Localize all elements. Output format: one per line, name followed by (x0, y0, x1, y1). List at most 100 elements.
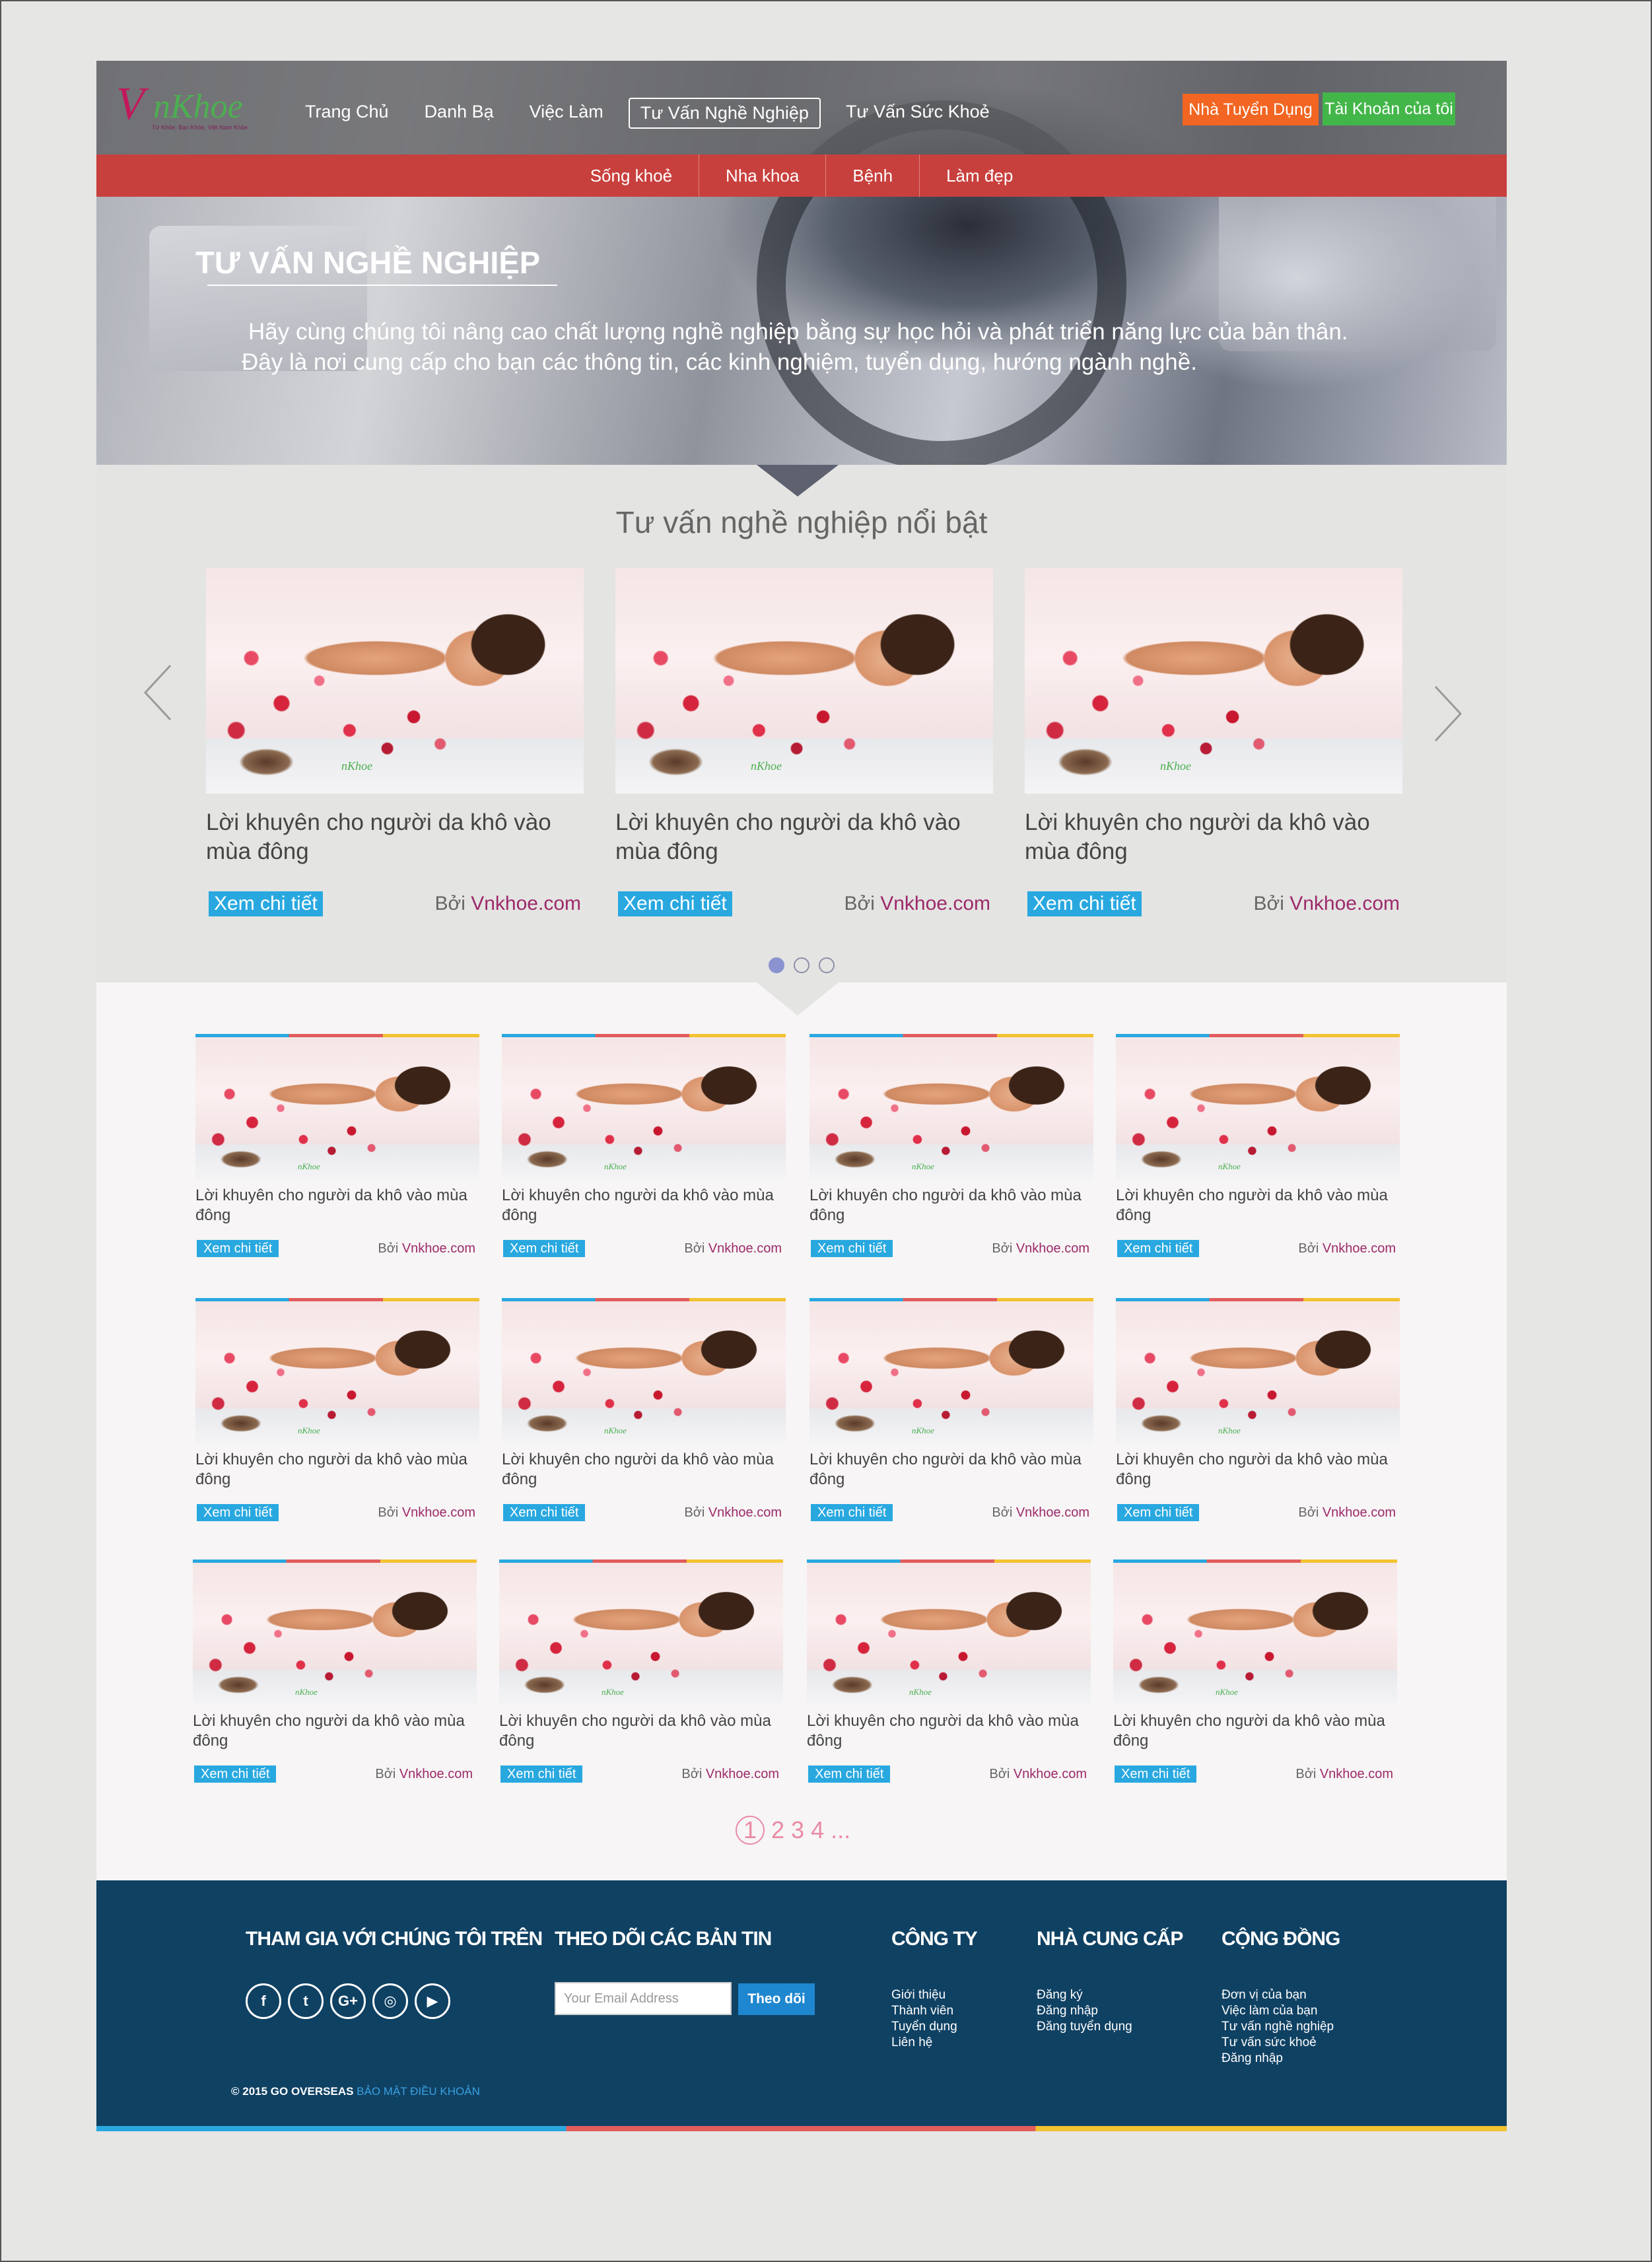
view-detail-button[interactable]: Xem chi tiết (811, 1504, 893, 1521)
follow-button[interactable]: Theo dõi (738, 1983, 815, 2015)
article-title[interactable]: Lời khuyên cho người da khô vào mùa đông (195, 1450, 479, 1490)
facebook-icon[interactable]: f (246, 1983, 281, 2019)
nav-danh-ba[interactable]: Danh Bạ (414, 98, 504, 129)
article-image[interactable]: nKhoe (807, 1559, 1091, 1705)
youtube-icon[interactable]: ▶ (415, 1983, 450, 2019)
subnav-song-khoe[interactable]: Sống khoẻ (564, 154, 700, 197)
author-link[interactable]: Vnkhoe.com (880, 893, 990, 914)
article-title[interactable]: Lời khuyên cho người da khô vào mùa đông (193, 1711, 477, 1751)
article-title[interactable]: Lời khuyên cho người da khô vào mùa đông (809, 1450, 1093, 1490)
view-detail-button[interactable]: Xem chi tiết (194, 1765, 277, 1783)
carousel-prev-icon[interactable] (141, 663, 174, 722)
article-image[interactable]: nKhoe (193, 1559, 477, 1705)
footer-link[interactable]: Việc làm của bạn (1222, 2003, 1334, 2019)
article-image[interactable]: nKhoe (195, 1034, 479, 1179)
author-link[interactable]: Vnkhoe.com (402, 1241, 475, 1256)
view-detail-button[interactable]: Xem chi tiết (503, 1240, 586, 1257)
view-detail-button[interactable]: Xem chi tiết (1027, 891, 1142, 916)
nav-trang-chu[interactable]: Trang Chủ (294, 98, 399, 129)
author-link[interactable]: Vnkhoe.com (1016, 1505, 1089, 1520)
carousel-dot-2[interactable] (794, 957, 809, 973)
article-image[interactable]: nKhoe (809, 1034, 1093, 1179)
footer-link[interactable]: Giới thiệu (891, 1987, 957, 2003)
article-image[interactable]: nKhoe (502, 1034, 786, 1179)
footer-link[interactable]: Liên hệ (891, 2035, 957, 2051)
article-title[interactable]: Lời khuyên cho người da khô vào mùa đông (809, 1186, 1093, 1225)
view-detail-button[interactable]: Xem chi tiết (1115, 1765, 1197, 1783)
page-more[interactable]: ... (831, 1816, 850, 1844)
page-current[interactable]: 1 (736, 1816, 765, 1845)
view-detail-button[interactable]: Xem chi tiết (197, 1240, 279, 1257)
article-image[interactable]: nKhoe (615, 568, 993, 794)
article-image[interactable]: nKhoe (1116, 1034, 1400, 1179)
footer-link[interactable]: Tư vấn sức khoẻ (1222, 2035, 1334, 2051)
author-link[interactable]: Vnkhoe.com (1014, 1767, 1087, 1781)
article-title[interactable]: Lời khuyên cho người da khô vào mùa đông (499, 1711, 783, 1751)
view-detail-button[interactable]: Xem chi tiết (808, 1765, 891, 1783)
author-link[interactable]: Vnkhoe.com (399, 1767, 473, 1781)
vnkhoe-logo[interactable]: V nKhoe Từ Khỏe, Bạn Khỏe, Việt Nam Khỏe (116, 78, 261, 137)
footer-link[interactable]: Đơn vị của bạn (1222, 1987, 1334, 2003)
article-image[interactable]: nKhoe (206, 568, 584, 794)
view-detail-button[interactable]: Xem chi tiết (618, 891, 732, 916)
carousel-dot-1[interactable] (769, 957, 784, 973)
footer-link[interactable]: Đăng nhập (1222, 2051, 1334, 2067)
article-title[interactable]: Lời khuyên cho người da khô vào mùa đông (206, 808, 584, 866)
view-detail-button[interactable]: Xem chi tiết (197, 1504, 279, 1521)
author-link[interactable]: Vnkhoe.com (708, 1505, 782, 1520)
carousel-dot-3[interactable] (819, 957, 835, 973)
nav-tu-van-suc-khoe[interactable]: Tư Vấn Sức Khoẻ (835, 98, 1000, 129)
footer-link[interactable]: Đăng ký (1037, 1987, 1132, 2003)
author-link[interactable]: Vnkhoe.com (1290, 893, 1400, 914)
article-title[interactable]: Lời khuyên cho người da khô vào mùa đông (1116, 1450, 1400, 1490)
article-image[interactable]: nKhoe (499, 1559, 783, 1705)
article-title[interactable]: Lời khuyên cho người da khô vào mùa đông (195, 1186, 479, 1225)
view-detail-button[interactable]: Xem chi tiết (1117, 1504, 1200, 1521)
article-title[interactable]: Lời khuyên cho người da khô vào mùa đông (615, 808, 993, 866)
author-link[interactable]: Vnkhoe.com (1320, 1767, 1393, 1781)
subnav-lam-dep[interactable]: Làm đẹp (920, 154, 1039, 197)
author-link[interactable]: Vnkhoe.com (1323, 1241, 1396, 1256)
view-detail-button[interactable]: Xem chi tiết (811, 1240, 893, 1257)
author-link[interactable]: Vnkhoe.com (706, 1767, 779, 1781)
article-title[interactable]: Lời khuyên cho người da khô vào mùa đông (1025, 808, 1402, 866)
article-title[interactable]: Lời khuyên cho người da khô vào mùa đông (502, 1450, 786, 1490)
page-4[interactable]: 4 (811, 1816, 824, 1844)
view-detail-button[interactable]: Xem chi tiết (500, 1765, 583, 1783)
footer-link[interactable]: Đăng nhập (1037, 2003, 1132, 2019)
author-link[interactable]: Vnkhoe.com (1016, 1241, 1089, 1256)
article-title[interactable]: Lời khuyên cho người da khô vào mùa đông (1113, 1711, 1397, 1751)
my-account-button[interactable]: Tài Khoản của tôi (1323, 92, 1455, 125)
page-2[interactable]: 2 (771, 1816, 784, 1844)
view-detail-button[interactable]: Xem chi tiết (1117, 1240, 1200, 1257)
footer-link[interactable]: Đăng tuyển dụng (1037, 2019, 1132, 2035)
view-detail-button[interactable]: Xem chi tiết (503, 1504, 586, 1521)
page-3[interactable]: 3 (791, 1816, 804, 1844)
author-link[interactable]: Vnkhoe.com (471, 893, 581, 914)
author-link[interactable]: Vnkhoe.com (708, 1241, 782, 1256)
nav-tu-van-nghe-nghiep[interactable]: Tư Vấn Nghề Nghiệp (628, 98, 821, 129)
instagram-icon[interactable]: ◎ (372, 1983, 408, 2019)
nav-viec-lam[interactable]: Việc Làm (519, 98, 614, 129)
footer-link[interactable]: Tư vấn nghề nghiệp (1222, 2019, 1334, 2035)
subnav-nha-khoa[interactable]: Nha khoa (699, 154, 827, 197)
article-image[interactable]: nKhoe (809, 1298, 1093, 1443)
view-detail-button[interactable]: Xem chi tiết (209, 891, 323, 916)
article-image[interactable]: nKhoe (195, 1298, 479, 1443)
footer-link[interactable]: Tuyển dụng (891, 2019, 957, 2035)
author-link[interactable]: Vnkhoe.com (1323, 1505, 1396, 1520)
author-link[interactable]: Vnkhoe.com (402, 1505, 475, 1520)
email-input[interactable]: Your Email Address (555, 1982, 732, 2015)
article-image[interactable]: nKhoe (1113, 1559, 1397, 1705)
footer-link[interactable]: Thành viên (891, 2003, 957, 2019)
article-title[interactable]: Lời khuyên cho người da khô vào mùa đông (807, 1711, 1091, 1751)
article-image[interactable]: nKhoe (1116, 1298, 1400, 1443)
terms-link[interactable]: BẢO MẬT ĐIỀU KHOẢN (357, 2085, 480, 2098)
employer-button[interactable]: Nhà Tuyển Dụng (1183, 94, 1319, 125)
google-plus-icon[interactable]: G+ (330, 1983, 366, 2019)
subnav-benh[interactable]: Bệnh (826, 154, 920, 197)
article-title[interactable]: Lời khuyên cho người da khô vào mùa đông (502, 1186, 786, 1225)
article-title[interactable]: Lời khuyên cho người da khô vào mùa đông (1116, 1186, 1400, 1225)
article-image[interactable]: nKhoe (1025, 568, 1402, 794)
carousel-next-icon[interactable] (1431, 684, 1464, 743)
